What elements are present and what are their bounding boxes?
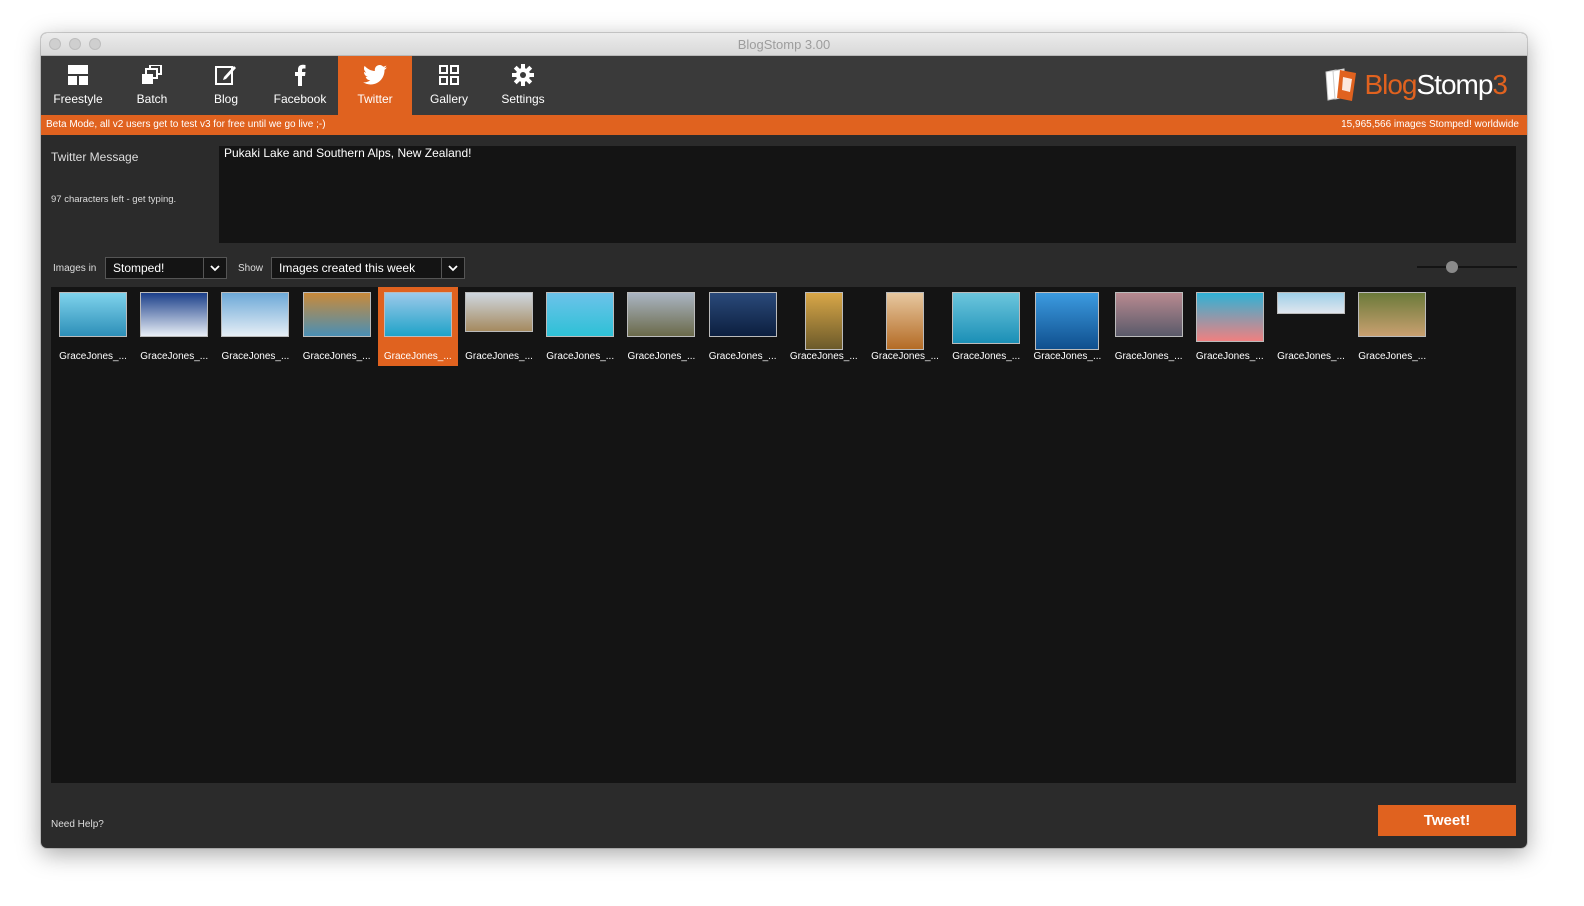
stomped-counter: 15,965,566 images Stomped! worldwide: [1341, 119, 1519, 130]
gallery-grid-icon: [412, 64, 486, 86]
thumbnail-caption: GraceJones_...: [789, 351, 858, 362]
show-value: Images created this week: [279, 261, 416, 275]
gallery-thumbnail[interactable]: GraceJones_...: [621, 287, 701, 366]
tab-batch[interactable]: Batch: [115, 56, 189, 115]
thumbnail-image: [627, 292, 696, 337]
characters-left-text: 97 characters left - get typing.: [51, 194, 177, 205]
thumbnail-caption: GraceJones_...: [465, 351, 533, 362]
thumbnail-caption: GraceJones_...: [1358, 351, 1427, 362]
tab-twitter[interactable]: Twitter: [338, 56, 412, 115]
twitter-icon: [338, 64, 412, 86]
gallery-thumbnail[interactable]: GraceJones_...: [540, 287, 620, 366]
app-window: BlogStomp 3.00 Freestyle Batch Blog Face…: [41, 33, 1527, 848]
gallery-thumbnail[interactable]: GraceJones_...: [134, 287, 214, 366]
tweet-button[interactable]: Tweet!: [1378, 805, 1516, 836]
tab-freestyle[interactable]: Freestyle: [41, 56, 115, 115]
thumbnail-size-slider-track[interactable]: [1417, 266, 1517, 268]
chevron-down-icon: [203, 258, 226, 278]
gallery-thumbnail[interactable]: GraceJones_...: [459, 287, 539, 366]
image-gallery: GraceJones_... GraceJones_... GraceJones_.…: [51, 287, 1516, 783]
thumbnail-caption: GraceJones_...: [952, 351, 1021, 362]
tab-label: Settings: [501, 92, 545, 106]
message-text: Pukaki Lake and Southern Alps, New Zeala…: [224, 146, 472, 160]
thumbnail-image: [1035, 292, 1100, 350]
tab-label: Gallery: [429, 92, 468, 106]
thumbnail-image: [804, 292, 843, 350]
gallery-thumbnail[interactable]: GraceJones_...: [703, 287, 783, 366]
twitter-message-input[interactable]: Pukaki Lake and Southern Alps, New Zeala…: [219, 146, 1516, 243]
show-select[interactable]: Images created this week: [271, 257, 465, 279]
images-in-label: Images in: [53, 263, 97, 274]
gallery-thumbnail[interactable]: GraceJones_...: [297, 287, 377, 366]
thumbnail-caption: GraceJones_...: [627, 351, 696, 362]
thumbnail-image: [1277, 292, 1345, 314]
thumbnail-image: [1195, 292, 1264, 342]
thumbnail-image: [886, 292, 924, 350]
tab-label: Batch: [136, 92, 168, 106]
thumbnail-image: [708, 292, 777, 337]
logo-stamp-icon: [1324, 68, 1360, 102]
chevron-down-icon: [441, 258, 464, 278]
gallery-thumbnail[interactable]: GraceJones_...: [865, 287, 945, 366]
thumbnail-caption: GraceJones_...: [1033, 351, 1102, 362]
thumbnail-size-slider-handle[interactable]: [1446, 261, 1458, 273]
thumbnail-caption: GraceJones_...: [708, 351, 777, 362]
images-in-select[interactable]: Stomped!: [105, 257, 227, 279]
tab-facebook[interactable]: Facebook: [263, 56, 337, 115]
thumbnail-caption: GraceJones_...: [302, 351, 371, 362]
thumbnail-image: [383, 292, 452, 337]
thumbnail-caption: GraceJones_...: [1114, 351, 1183, 362]
gallery-thumbnail[interactable]: GraceJones_...: [1352, 287, 1432, 366]
thumbnail-caption: GraceJones_...: [59, 351, 127, 362]
title-bar: BlogStomp 3.00: [41, 33, 1527, 56]
gear-icon: [486, 64, 560, 86]
twitter-message-label: Twitter Message: [51, 150, 139, 164]
edit-icon: [189, 64, 263, 86]
thumbnail-image: [952, 292, 1021, 344]
thumbnail-image: [1358, 292, 1427, 337]
batch-icon: [115, 64, 189, 86]
tab-label: Blog: [213, 92, 239, 106]
thumbnail-caption: GraceJones_...: [383, 351, 452, 362]
gallery-thumbnail[interactable]: GraceJones_...: [1109, 287, 1189, 366]
freestyle-icon: [41, 64, 115, 86]
images-in-value: Stomped!: [113, 261, 165, 275]
thumbnail-caption: GraceJones_...: [1277, 351, 1345, 362]
gallery-thumbnail[interactable]: GraceJones_...: [1190, 287, 1270, 366]
beta-notice: Beta Mode, all v2 users get to test v3 f…: [46, 119, 326, 130]
gallery-thumbnail[interactable]: GraceJones_...: [784, 287, 864, 366]
gallery-thumbnail[interactable]: GraceJones_...: [1271, 287, 1351, 366]
thumbnail-caption: GraceJones_...: [871, 351, 939, 362]
tab-label: Facebook: [273, 92, 327, 106]
thumbnail-image: [140, 292, 209, 337]
gallery-thumbnail[interactable]: GraceJones_...: [215, 287, 295, 366]
thumbnail-caption: GraceJones_...: [221, 351, 290, 362]
thumbnail-image: [465, 292, 533, 332]
show-label: Show: [238, 263, 264, 274]
need-help-link[interactable]: Need Help?: [51, 819, 104, 830]
tab-blog[interactable]: Blog: [189, 56, 263, 115]
thumbnail-caption: GraceJones_...: [1195, 351, 1264, 362]
gallery-thumbnail[interactable]: GraceJones_...: [53, 287, 133, 366]
thumbnail-caption: GraceJones_...: [140, 351, 209, 362]
thumbnail-image: [546, 292, 615, 337]
thumbnail-image: [302, 292, 371, 337]
tab-label: Twitter: [357, 92, 393, 106]
tab-settings[interactable]: Settings: [486, 56, 560, 115]
gallery-thumbnail[interactable]: GraceJones_...: [1027, 287, 1107, 366]
thumbnail-image: [59, 292, 127, 337]
tab-label: Freestyle: [53, 92, 103, 106]
beta-banner: Beta Mode, all v2 users get to test v3 f…: [41, 115, 1527, 135]
logo-wordmark: BlogStomp3: [1364, 69, 1508, 100]
gallery-thumbnail[interactable]: GraceJones_...: [377, 287, 458, 366]
tab-gallery[interactable]: Gallery: [412, 56, 486, 115]
facebook-icon: [263, 64, 337, 86]
thumbnail-caption: GraceJones_...: [546, 351, 615, 362]
thumbnail-image: [221, 292, 290, 337]
main-toolbar: Freestyle Batch Blog Facebook Twitter Ga…: [41, 56, 1527, 115]
gallery-thumbnail[interactable]: GraceJones_...: [946, 287, 1026, 366]
blogstomp-logo: BlogStomp3: [1324, 67, 1508, 103]
window-title: BlogStomp 3.00: [737, 37, 831, 52]
thumbnail-image: [1114, 292, 1183, 337]
